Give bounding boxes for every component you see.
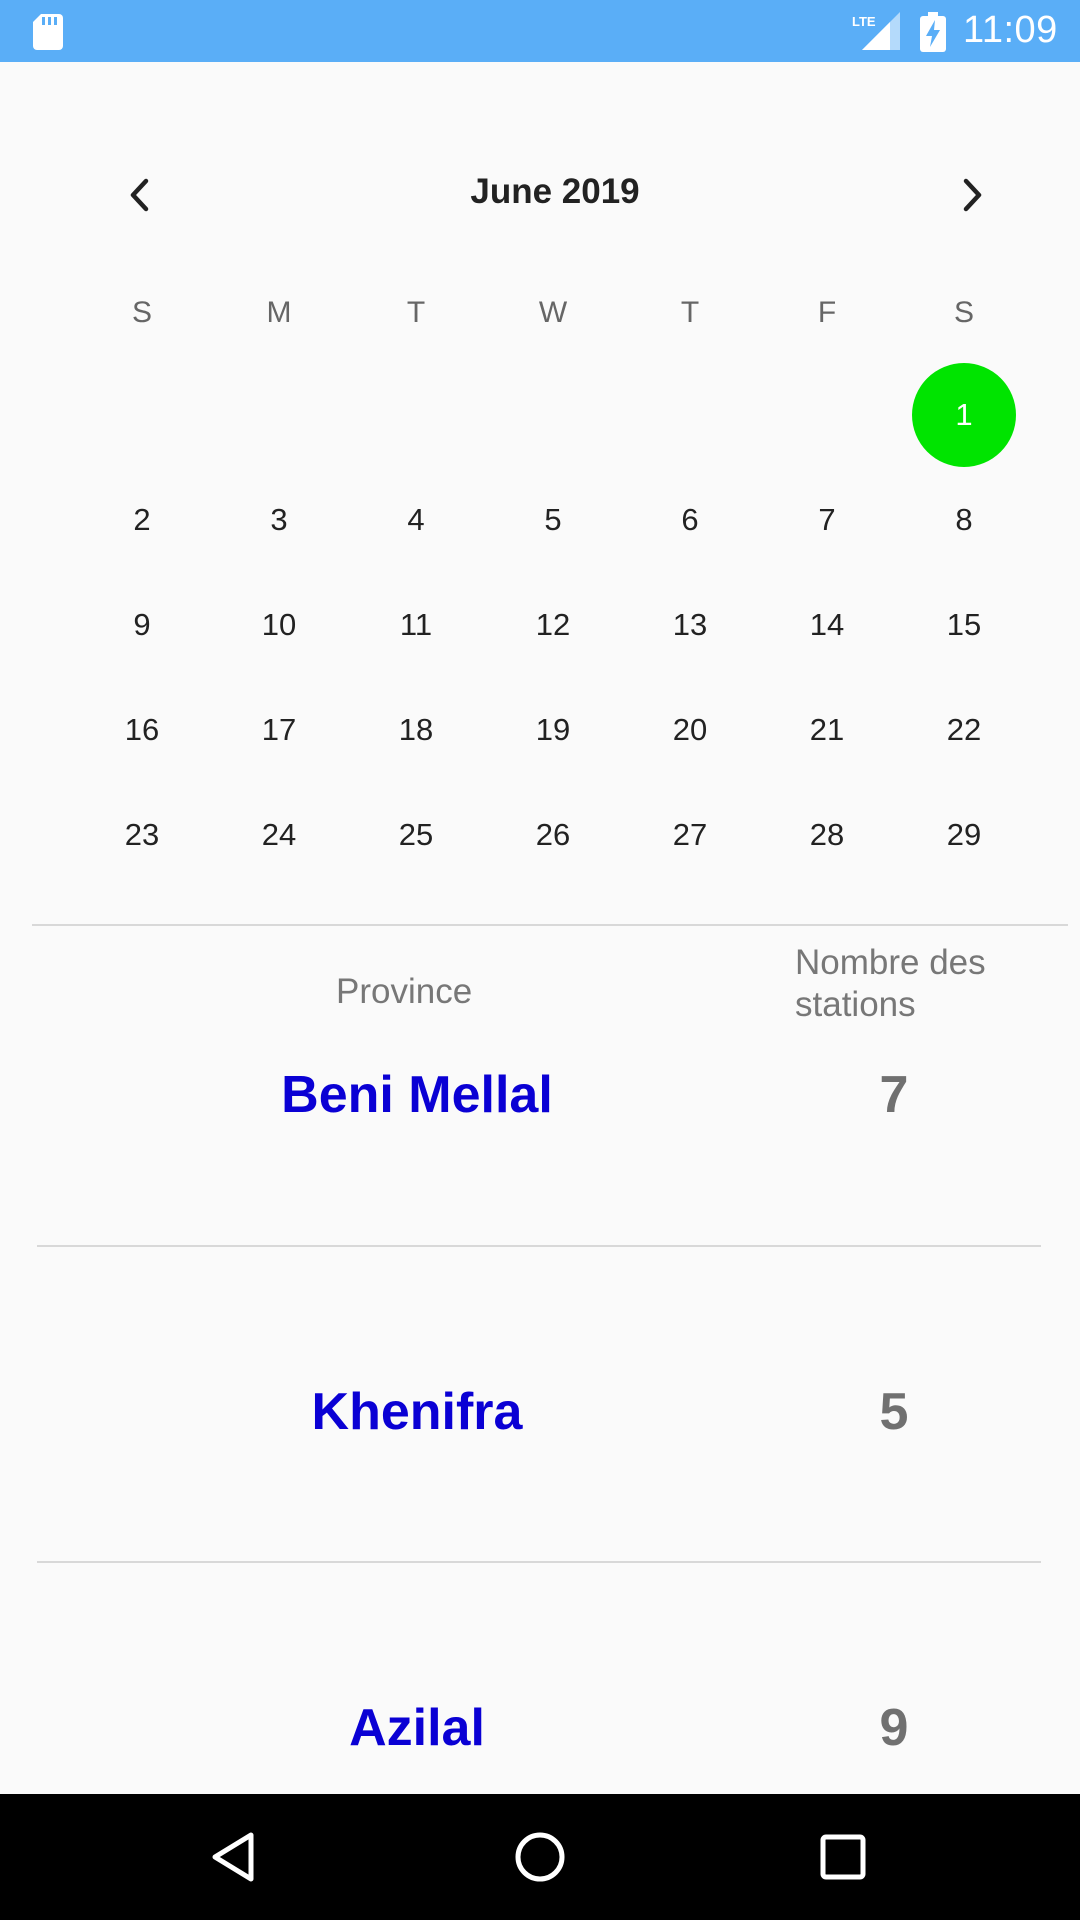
calendar-day[interactable]: 21 [775,678,879,782]
row-divider [37,1561,1041,1563]
weekday-label: S [131,296,152,329]
home-icon [515,1832,565,1882]
calendar-day[interactable]: 2 [90,468,194,572]
row-divider [37,1245,1041,1247]
calendar-day[interactable]: 29 [912,783,1016,887]
calendar-day[interactable]: 18 [364,678,468,782]
province-name[interactable]: Azilal [217,1698,617,1758]
calendar-day[interactable]: 10 [227,573,331,677]
calendar-day[interactable]: 14 [775,573,879,677]
nav-recents-button[interactable] [798,1812,888,1902]
calendar-day[interactable]: 4 [364,468,468,572]
column-header-province: Province [336,972,473,1011]
station-count: 7 [879,1066,909,1124]
calendar-day[interactable]: 12 [501,573,605,677]
calendar-day[interactable]: 27 [638,783,742,887]
calendar-day[interactable]: 3 [227,468,331,572]
calendar-day[interactable]: 24 [227,783,331,887]
chevron-right-icon [963,178,982,212]
calendar-day[interactable]: 17 [227,678,331,782]
lte-signal-icon: LTE [852,12,900,50]
calendar-day[interactable]: 13 [638,573,742,677]
calendar-divider [32,924,1068,926]
chevron-left-icon [130,178,149,212]
calendar-day[interactable]: 20 [638,678,742,782]
calendar-day[interactable]: 25 [364,783,468,887]
calendar-day[interactable]: 6 [638,468,742,572]
previous-month-button[interactable] [120,170,160,220]
month-title: June 2019 [470,172,640,211]
battery-charging-icon [920,12,946,52]
nav-back-button[interactable] [190,1812,280,1902]
calendar-day[interactable]: 16 [90,678,194,782]
column-header-count: Nombre des stations [795,942,986,1026]
calendar-day[interactable]: 5 [501,468,605,572]
calendar-day[interactable]: 9 [90,573,194,677]
recents-icon [820,1834,866,1880]
calendar-day[interactable]: 26 [501,783,605,887]
calendar-day[interactable]: 23 [90,783,194,887]
weekday-label: W [538,296,568,329]
status-bar: LTE 11:09 [0,0,1080,62]
sd-card-icon [33,14,63,50]
calendar-day-selected[interactable]: 1 [912,363,1016,467]
station-count: 5 [879,1383,909,1441]
navigation-bar [0,1794,1080,1920]
column-header-count-line: Nombre des [795,943,986,982]
weekday-label: S [953,296,974,329]
calendar-day[interactable]: 22 [912,678,1016,782]
weekday-label: T [680,296,700,329]
back-icon [212,1832,254,1882]
calendar-day[interactable]: 15 [912,573,1016,677]
station-count: 9 [879,1699,909,1757]
calendar-day[interactable]: 7 [775,468,879,572]
calendar-day[interactable]: 19 [501,678,605,782]
network-label: LTE [852,14,876,29]
province-name[interactable]: Khenifra [217,1382,617,1442]
calendar-day[interactable]: 8 [912,468,1016,572]
nav-home-button[interactable] [495,1812,585,1902]
calendar-day[interactable]: 11 [364,573,468,677]
weekday-label: T [406,296,426,329]
next-month-button[interactable] [952,170,992,220]
column-header-count-line: stations [795,985,916,1024]
weekday-label: F [817,296,837,329]
weekday-label: M [266,296,292,329]
calendar-day[interactable]: 28 [775,783,879,887]
province-name[interactable]: Beni Mellal [217,1065,617,1125]
status-time: 11:09 [963,9,1058,51]
